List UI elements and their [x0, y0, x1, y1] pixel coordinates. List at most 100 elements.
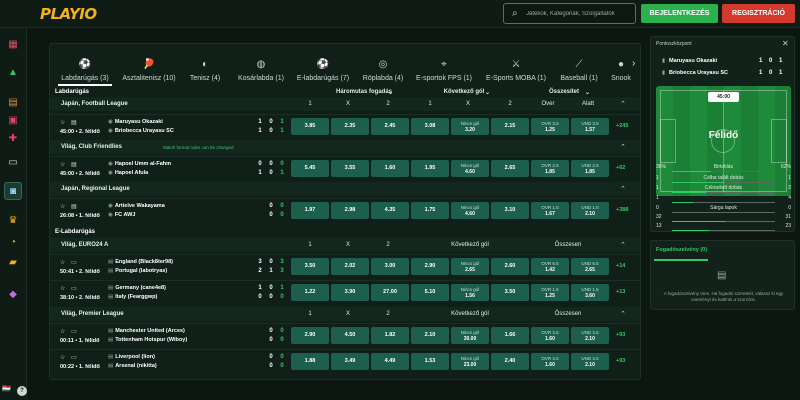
odd-button[interactable]: 1.97: [291, 202, 329, 219]
odd-button[interactable]: OVR 1.5 1.25: [531, 284, 569, 301]
tab-baseball[interactable]: ⟋ Baseball (1): [556, 50, 602, 86]
odd-button[interactable]: Nincs gól 1.56: [451, 284, 489, 301]
chevron-right-icon[interactable]: ›: [632, 58, 640, 72]
favorite-live-icons[interactable]: ☆ ▭: [60, 259, 79, 266]
chevron-down-icon[interactable]: ⌄: [585, 89, 590, 96]
league-header[interactable]: Világ, EURO24 A 1 X 2 Következő gól Össz…: [50, 238, 640, 252]
odd-button[interactable]: 2.10: [411, 327, 449, 344]
tab-roplabda[interactable]: ◎ Röplabda (4): [360, 50, 406, 86]
match-row[interactable]: ☆ ▭ 00:22 • 1. félidő ▤ Liverpool (lion) …: [50, 349, 640, 373]
more-markets-link[interactable]: +14: [616, 263, 625, 269]
login-button[interactable]: BEJELENTKEZÉS: [641, 4, 718, 23]
match-row[interactable]: ☆ ▭ 38:10 • 2. félidő ▤ Germany (cane4e8)…: [50, 280, 640, 304]
favorite-stats-icons[interactable]: ☆ ▤: [60, 161, 79, 168]
chevron-up-icon[interactable]: ⌃: [620, 310, 626, 318]
live-tv-icon[interactable]: ▭: [4, 154, 22, 172]
odd-button[interactable]: 3.49: [331, 353, 369, 370]
tab-snooker[interactable]: ● Snook: [610, 50, 632, 86]
odd-button[interactable]: 2.40: [491, 353, 529, 370]
match-row[interactable]: ☆ ▭ 50:41 • 2. félidő ▤ England (Black8te…: [50, 254, 640, 278]
odd-button[interactable]: OVR 3.5 1.25: [531, 118, 569, 135]
more-markets-link[interactable]: +13: [616, 289, 625, 295]
odd-button[interactable]: 2.45: [371, 118, 409, 135]
odd-button[interactable]: 1.22: [291, 284, 329, 301]
more-markets-link[interactable]: +245: [616, 123, 628, 129]
chevron-up-icon[interactable]: ⌃: [620, 143, 626, 151]
odd-button[interactable]: 1.60: [371, 160, 409, 177]
odd-button[interactable]: Nincs gól 4.60: [451, 202, 489, 219]
odd-button[interactable]: 2.65: [491, 160, 529, 177]
odd-button[interactable]: 3.10: [491, 202, 529, 219]
odd-button[interactable]: 4.35: [371, 202, 409, 219]
odd-button[interactable]: 1.75: [411, 202, 449, 219]
odd-button[interactable]: UND 1.5 2.10: [571, 202, 609, 219]
odd-button[interactable]: 1.88: [291, 353, 329, 370]
odd-button[interactable]: Nincs gól 3.20: [451, 118, 489, 135]
promo-icon[interactable]: ◔: [4, 234, 22, 252]
odd-button[interactable]: 2.02: [331, 258, 369, 275]
favorite-live-icons[interactable]: ☆ ▭: [60, 354, 79, 361]
tab-esport-fps[interactable]: ⌖ E-sportok FPS (1): [414, 50, 474, 86]
odd-button[interactable]: 2.60: [491, 258, 529, 275]
odd-button[interactable]: 2.15: [491, 118, 529, 135]
odd-button[interactable]: UND 3.5 1.57: [571, 118, 609, 135]
odd-button[interactable]: Nincs gól 23.00: [451, 353, 489, 370]
odd-button[interactable]: Nincs gól 30.00: [451, 327, 489, 344]
odd-button[interactable]: Nincs gól 4.60: [451, 160, 489, 177]
match-row[interactable]: ☆ ▤ 45:00 • 2. félidő ◉ Maruyasu Okazaki …: [50, 114, 640, 138]
odd-button[interactable]: 3.90: [331, 284, 369, 301]
favorite-stats-icons[interactable]: ☆ ▤: [60, 119, 79, 126]
league-header[interactable]: Világ, Premier League 1 X 2 Következő gó…: [50, 307, 640, 321]
favorite-live-icons[interactable]: ☆ ▭: [60, 328, 79, 335]
vip-diamond-icon[interactable]: ◆: [4, 286, 22, 304]
odd-button[interactable]: 1.82: [371, 327, 409, 344]
odd-button[interactable]: 27.00: [371, 284, 409, 301]
odd-button[interactable]: 3.85: [291, 118, 329, 135]
odd-button[interactable]: 4.50: [331, 327, 369, 344]
odd-button[interactable]: OVR 6.5 1.42: [531, 258, 569, 275]
odd-button[interactable]: 2.90: [411, 258, 449, 275]
odd-button[interactable]: 5.45: [291, 160, 329, 177]
chevron-down-icon[interactable]: ⌄: [485, 89, 490, 96]
more-markets-link[interactable]: +62: [616, 165, 625, 171]
sports-icon[interactable]: ◙: [4, 182, 22, 200]
odd-button[interactable]: 4.49: [371, 353, 409, 370]
match-row[interactable]: ☆ ▭ 00:11 • 1. félidő ▤ Manchester United…: [50, 323, 640, 347]
odd-button[interactable]: UND 1.5 3.60: [571, 284, 609, 301]
odd-button[interactable]: OVR 1.5 1.67: [531, 202, 569, 219]
odd-button[interactable]: OVR 3.5 1.60: [531, 353, 569, 370]
search-box[interactable]: ⌕: [503, 3, 636, 24]
match-row[interactable]: ☆ ▤ 45:00 • 2. félidő ◉ Hapoel Umm al-Fah…: [50, 156, 640, 180]
odd-button[interactable]: 2.98: [331, 202, 369, 219]
favorite-live-icons[interactable]: ☆ ▭: [60, 285, 79, 292]
calendar-icon[interactable]: ▦: [4, 36, 22, 54]
odd-button[interactable]: UND 3.5 2.10: [571, 327, 609, 344]
tab-labdarugas[interactable]: ⚽ Labdarúgás (3): [58, 50, 112, 86]
odd-button[interactable]: 1.95: [411, 160, 449, 177]
odd-button[interactable]: 3.00: [371, 258, 409, 275]
league-header[interactable]: Világ, Club Friendlies Match format rule…: [50, 140, 640, 154]
chevron-up-icon[interactable]: ⌃: [620, 100, 626, 108]
odd-button[interactable]: OVR 2.5 1.85: [531, 160, 569, 177]
tab-tenisz[interactable]: ◐ Tenisz (4): [186, 50, 224, 86]
league-header[interactable]: Japán, Football League 1 X 2 1 X 2 Over …: [50, 97, 640, 111]
chevron-up-icon[interactable]: ⌃: [620, 185, 626, 193]
chevron-up-icon[interactable]: ⌃: [620, 241, 626, 249]
slots-icon[interactable]: ▤: [4, 94, 22, 112]
odd-button[interactable]: UND 3.5 2.10: [571, 353, 609, 370]
more-markets-link[interactable]: +388: [616, 207, 628, 213]
league-header[interactable]: Japán, Regional League ⌃: [50, 182, 640, 196]
brand-logo[interactable]: PLAYIO: [40, 5, 97, 23]
match-row[interactable]: ☆ ▤ 26:08 • 1. félidő ◉ Artielve Wakayama…: [50, 198, 640, 222]
odd-button[interactable]: OVR 3.5 1.60: [531, 327, 569, 344]
odd-button[interactable]: 3.50: [491, 284, 529, 301]
triangle-icon[interactable]: ▲: [4, 64, 22, 82]
odd-button[interactable]: UND 6.5 2.65: [571, 258, 609, 275]
odd-button[interactable]: 3.08: [411, 118, 449, 135]
search-input[interactable]: [526, 7, 634, 20]
casino-chip-icon[interactable]: ✚: [4, 130, 22, 148]
cards-icon[interactable]: ▣: [4, 112, 22, 130]
odd-button[interactable]: 1.66: [491, 327, 529, 344]
odd-button[interactable]: 2.90: [291, 327, 329, 344]
language-flag-icon[interactable]: 🇭🇺: [2, 385, 11, 393]
